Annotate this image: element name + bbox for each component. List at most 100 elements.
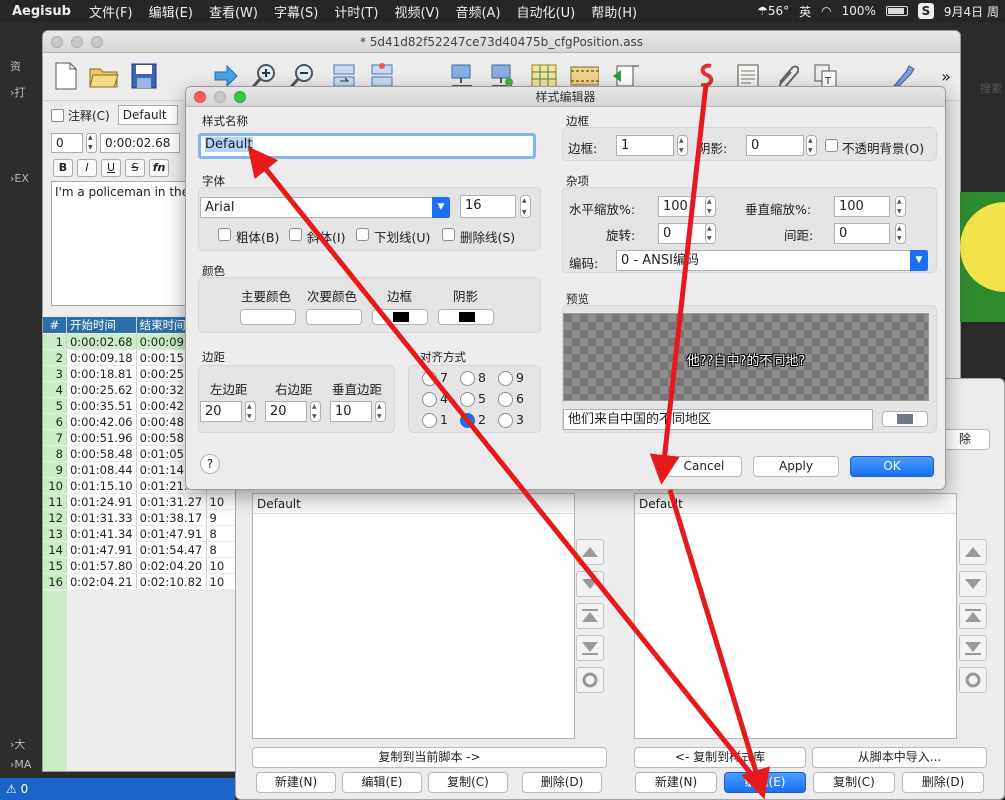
script-edit-button[interactable]: 编辑(E) [724, 772, 806, 793]
shadow-color-button[interactable] [438, 309, 494, 325]
font-button[interactable]: fn [149, 159, 169, 177]
menu-file[interactable]: 文件(F) [81, 2, 141, 21]
opaque-box-checkbox[interactable] [825, 139, 838, 152]
strikeout-checkbox[interactable] [442, 228, 455, 241]
underline-checkbox[interactable] [356, 228, 369, 241]
chevron-down-icon[interactable]: ▼ [910, 250, 928, 271]
encoding-select[interactable]: 0 - ANSI编码 ▼ [616, 250, 928, 271]
outline-width-stepper[interactable] [677, 135, 688, 156]
secondary-color-button[interactable] [306, 309, 362, 325]
copy-to-storage-button[interactable]: <- 复制到样式库 [634, 747, 806, 768]
warning-icon[interactable]: ⚠ [6, 782, 17, 796]
move-bottom-icon[interactable] [959, 635, 987, 661]
chevron-down-icon[interactable]: ▼ [432, 197, 450, 218]
scale-y-stepper[interactable] [895, 196, 906, 217]
italic-button[interactable]: I [77, 159, 97, 177]
battery-icon[interactable] [885, 6, 908, 16]
alignment-radio-7[interactable] [422, 371, 437, 386]
alignment-radio-1[interactable] [422, 413, 437, 428]
menu-audio[interactable]: 音频(A) [447, 2, 508, 21]
list-item[interactable]: Default [253, 494, 574, 514]
move-bottom-icon[interactable] [576, 635, 604, 661]
minimize-window-button[interactable] [71, 36, 83, 48]
margin-left-input[interactable]: 20 [200, 401, 242, 422]
delete-partial-button[interactable]: 除 [940, 429, 990, 450]
margin-vertical-stepper[interactable] [375, 401, 386, 422]
script-styles-list[interactable]: Default [634, 493, 957, 739]
table-row[interactable]: 15 0:01:57.80 0:02:04.20 10 [43, 557, 243, 574]
close-dialog-button[interactable] [194, 91, 206, 103]
input-method[interactable]: 英 [799, 3, 811, 20]
sort-icon[interactable] [576, 667, 604, 693]
copy-to-script-button[interactable]: 复制到当前脚本 -> [252, 747, 607, 768]
menu-subtitle[interactable]: 字幕(S) [266, 2, 326, 21]
apply-button[interactable]: Apply [753, 456, 839, 477]
margin-right-stepper[interactable] [310, 401, 321, 422]
scale-y-input[interactable]: 100 [834, 196, 890, 217]
close-window-button[interactable] [51, 36, 63, 48]
ok-button[interactable]: OK [850, 456, 934, 477]
outline-color-button[interactable] [372, 309, 428, 325]
zoom-window-button[interactable] [91, 36, 103, 48]
shadow-depth-input[interactable]: 0 [746, 135, 804, 156]
move-down-icon[interactable] [576, 571, 604, 597]
outline-width-input[interactable]: 1 [616, 135, 674, 156]
style-name-input[interactable]: Default [198, 133, 536, 159]
script-delete-button[interactable]: 删除(D) [902, 772, 984, 793]
alignment-radio-9[interactable] [498, 371, 513, 386]
temperature-status[interactable]: ☂56° [757, 4, 789, 18]
move-top-icon[interactable] [959, 603, 987, 629]
spacing-input[interactable]: 0 [834, 223, 890, 244]
minimize-dialog-button[interactable] [214, 91, 226, 103]
underline-button[interactable]: U [101, 159, 121, 177]
help-button[interactable]: ? [200, 454, 220, 474]
margin-right-input[interactable]: 20 [265, 401, 307, 422]
alignment-radio-6[interactable] [498, 392, 513, 407]
open-folder-icon[interactable] [89, 61, 119, 91]
move-up-icon[interactable] [576, 539, 604, 565]
storage-edit-button[interactable]: 编辑(E) [342, 772, 422, 793]
margin-left-stepper[interactable] [245, 401, 256, 422]
table-row[interactable]: 11 0:01:24.91 0:01:31.27 10 [43, 493, 243, 510]
script-new-button[interactable]: 新建(N) [635, 772, 717, 793]
strikeout-button[interactable]: S [125, 159, 145, 177]
alignment-radio-5[interactable] [460, 392, 475, 407]
alignment-radio-4[interactable] [422, 392, 437, 407]
move-up-icon[interactable] [959, 539, 987, 565]
table-row[interactable]: 13 0:01:41.34 0:01:47.91 8 [43, 525, 243, 542]
scale-x-stepper[interactable] [705, 196, 716, 217]
sort-icon[interactable] [959, 667, 987, 693]
sogou-icon[interactable]: S [917, 3, 934, 19]
layer-input[interactable]: 0 [51, 133, 83, 153]
video-display[interactable] [960, 192, 1005, 322]
grid-header-number[interactable]: # [43, 317, 67, 334]
primary-color-button[interactable] [240, 309, 296, 325]
bold-button[interactable]: B [53, 159, 73, 177]
menu-help[interactable]: 帮助(H) [583, 2, 645, 21]
storage-styles-list[interactable]: Default [252, 493, 575, 739]
preview-background-color-button[interactable] [882, 411, 928, 427]
move-down-icon[interactable] [959, 571, 987, 597]
cancel-button[interactable]: Cancel [666, 456, 742, 477]
move-top-icon[interactable] [576, 603, 604, 629]
bold-checkbox[interactable] [218, 228, 231, 241]
storage-copy-button[interactable]: 复制(C) [428, 772, 508, 793]
alignment-radio-8[interactable] [460, 371, 475, 386]
table-row[interactable]: 12 0:01:31.33 0:01:38.17 9 [43, 509, 243, 526]
storage-new-button[interactable]: 新建(N) [256, 772, 336, 793]
zoom-dialog-button[interactable] [234, 91, 246, 103]
preview-text-input[interactable]: 他们来自中国的不同地区 [563, 409, 873, 430]
save-icon[interactable] [129, 61, 159, 91]
rotation-stepper[interactable] [705, 223, 716, 244]
wifi-icon[interactable]: ◠ [821, 4, 831, 18]
start-time-input[interactable]: 0:00:02.68 [100, 133, 180, 153]
comment-checkbox[interactable] [51, 108, 64, 122]
style-select[interactable]: Default [117, 105, 178, 125]
menu-automation[interactable]: 自动化(U) [509, 2, 584, 21]
spacing-stepper[interactable] [895, 223, 906, 244]
clock[interactable]: 9月4日 周 [944, 3, 999, 20]
import-from-script-button[interactable]: 从脚本中导入... [812, 747, 987, 768]
italic-checkbox[interactable] [289, 228, 302, 241]
layer-stepper[interactable] [86, 133, 97, 153]
storage-delete-button[interactable]: 删除(D) [522, 772, 602, 793]
